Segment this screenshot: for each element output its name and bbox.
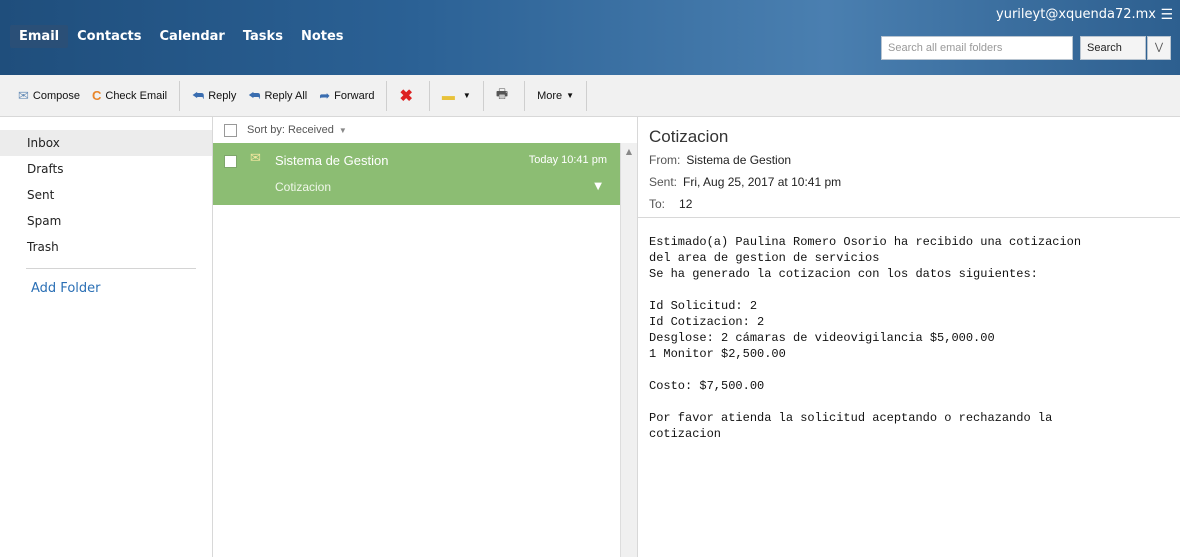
chevron-down-icon[interactable]: ▼ (339, 126, 347, 135)
folder-inbox[interactable]: Inbox (0, 130, 212, 156)
sort-dropdown[interactable]: Sort by: Received (247, 124, 334, 136)
folder-pane: Inbox Drafts Sent Spam Trash Add Folder (0, 117, 213, 557)
tab-tasks[interactable]: Tasks (234, 25, 292, 48)
email-to-row: To: 12 (649, 197, 692, 211)
to-value[interactable]: 12 (679, 197, 692, 211)
delete-x-icon: ✖ (399, 87, 413, 105)
email-from-row: From: Sistema de Gestion (649, 153, 791, 167)
tab-notes[interactable]: Notes (292, 25, 353, 48)
account-email[interactable]: yurileyt@xquenda72.mx (996, 7, 1156, 22)
list-header: Sort by: Received ▼ (213, 117, 637, 143)
message-list: Sort by: Received ▼ ✉ Sistema de Gestion… (213, 117, 638, 557)
forward-arrow-icon: ➦ (319, 87, 331, 103)
list-item[interactable]: ✉ Sistema de Gestion Today 10:41 pm Coti… (213, 143, 620, 205)
search-input[interactable]: Search all email folders (881, 36, 1073, 60)
open-envelope-icon: ✉ (250, 151, 261, 166)
toolbar-divider (524, 80, 526, 111)
hamburger-menu-icon[interactable]: ☰ (1160, 7, 1173, 23)
reply-all-label: Reply All (264, 89, 308, 102)
more-button[interactable]: More ▼ (531, 81, 580, 111)
toolbar-divider (482, 80, 484, 111)
header-divider (638, 217, 1180, 218)
tab-email[interactable]: Email (10, 25, 69, 48)
move-to-folder-button[interactable]: ▬ ▼ (436, 81, 477, 111)
more-label: More (537, 89, 563, 102)
search-button[interactable]: Search (1080, 36, 1146, 60)
forward-label: Forward (334, 89, 375, 102)
chevron-down-icon: ▼ (462, 91, 471, 100)
list-scrollbar[interactable]: ▲ (620, 143, 637, 557)
printer-icon: 🖶 (495, 85, 509, 101)
message-options-chevron-icon[interactable]: ▼ (594, 181, 602, 192)
chevron-down-icon: ▼ (566, 91, 575, 100)
forward-button[interactable]: ➦ Forward (313, 81, 380, 111)
toolbar-divider (179, 80, 181, 111)
toolbar-divider (586, 80, 588, 111)
reply-button[interactable]: ⮪ Reply (186, 81, 242, 111)
compose-button[interactable]: ✉ Compose (12, 81, 86, 111)
main-nav: Email Contacts Calendar Tasks Notes (10, 25, 353, 48)
sent-value: Fri, Aug 25, 2017 at 10:41 pm (683, 175, 842, 189)
tab-contacts[interactable]: Contacts (68, 25, 150, 48)
search-options-chevron-icon[interactable]: ⋁ (1147, 36, 1171, 60)
check-email-button[interactable]: C Check Email (86, 81, 173, 111)
email-sent-row: Sent: Fri, Aug 25, 2017 at 10:41 pm (649, 175, 841, 189)
scroll-up-icon[interactable]: ▲ (621, 147, 637, 156)
folder-sent[interactable]: Sent (0, 182, 212, 208)
folder-spam[interactable]: Spam (0, 208, 212, 234)
folder-icon: ▬ (441, 88, 455, 103)
email-toolbar: ✉ Compose C Check Email ⮪ Reply ⮪ Reply … (0, 75, 1180, 117)
reply-arrow-icon: ⮪ (192, 87, 205, 103)
reply-label: Reply (208, 89, 237, 102)
folder-divider (26, 268, 196, 269)
top-header: Email Contacts Calendar Tasks Notes yuri… (0, 0, 1180, 75)
to-label: To: (649, 197, 666, 211)
message-checkbox[interactable] (224, 155, 237, 168)
reply-all-button[interactable]: ⮪ Reply All (242, 81, 313, 111)
message-subject: Cotizacion (275, 180, 332, 194)
compose-label: Compose (32, 89, 80, 102)
email-body: Estimado(a) Paulina Romero Osorio ha rec… (649, 235, 1082, 441)
from-label: From: (649, 153, 681, 167)
tab-calendar[interactable]: Calendar (151, 25, 234, 48)
toolbar-divider (386, 80, 388, 111)
reply-all-arrow-icon: ⮪ (248, 87, 261, 103)
delete-button[interactable]: ✖ (393, 81, 422, 111)
reading-pane: Cotizacion From: Sistema de Gestion Sent:… (638, 117, 1180, 557)
print-button[interactable]: 🖶 (490, 81, 518, 111)
folder-drafts[interactable]: Drafts (0, 156, 212, 182)
message-sender: Sistema de Gestion (275, 153, 389, 168)
folder-trash[interactable]: Trash (0, 234, 212, 260)
message-time: Today 10:41 pm (528, 154, 607, 166)
select-all-checkbox[interactable] (224, 123, 237, 137)
add-folder-link[interactable]: Add Folder (0, 281, 212, 296)
toolbar-divider (428, 80, 430, 111)
sent-label: Sent: (649, 175, 678, 189)
envelope-icon: ✉ (18, 87, 29, 103)
email-subject: Cotizacion (649, 127, 729, 146)
from-value[interactable]: Sistema de Gestion (686, 153, 791, 167)
check-email-label: Check Email (105, 89, 168, 102)
refresh-icon: C (91, 88, 102, 103)
